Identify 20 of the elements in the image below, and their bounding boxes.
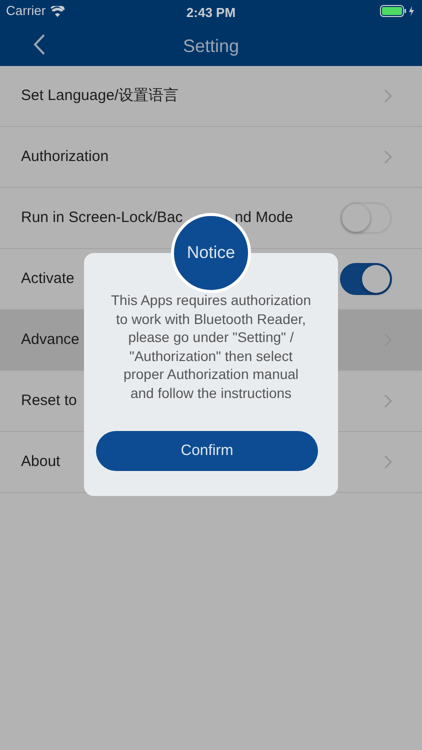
- row-label: Set Language/设置语言: [21, 86, 179, 106]
- row-label: About: [21, 452, 60, 472]
- confirm-button[interactable]: Confirm: [96, 431, 318, 471]
- row-label: Authorization: [21, 146, 109, 167]
- wifi-icon: [50, 6, 65, 16]
- row-label: Reset to: [21, 390, 77, 411]
- chevron-right-icon: [384, 394, 392, 408]
- chevron-right-icon: [384, 89, 392, 103]
- chevron-right-icon: [384, 455, 392, 469]
- chevron-right-icon: [384, 150, 392, 164]
- carrier-label: Carrier: [6, 2, 46, 20]
- toggle-switch[interactable]: [340, 263, 392, 295]
- row-label: Activate: [21, 268, 74, 289]
- battery-icon: [380, 5, 416, 17]
- time-label: 2:43 PM: [186, 4, 236, 22]
- page-title: Setting: [182, 35, 240, 58]
- dialog-message: This Apps requires authorization to work with Bluetooth Reader, please go under "Setting" / "Authorization" then select proper Authorization manual and follow the instructions: [111, 291, 311, 402]
- row-label: Advance: [21, 330, 80, 350]
- back-icon[interactable]: [33, 34, 45, 55]
- toggle-switch[interactable]: [340, 202, 392, 234]
